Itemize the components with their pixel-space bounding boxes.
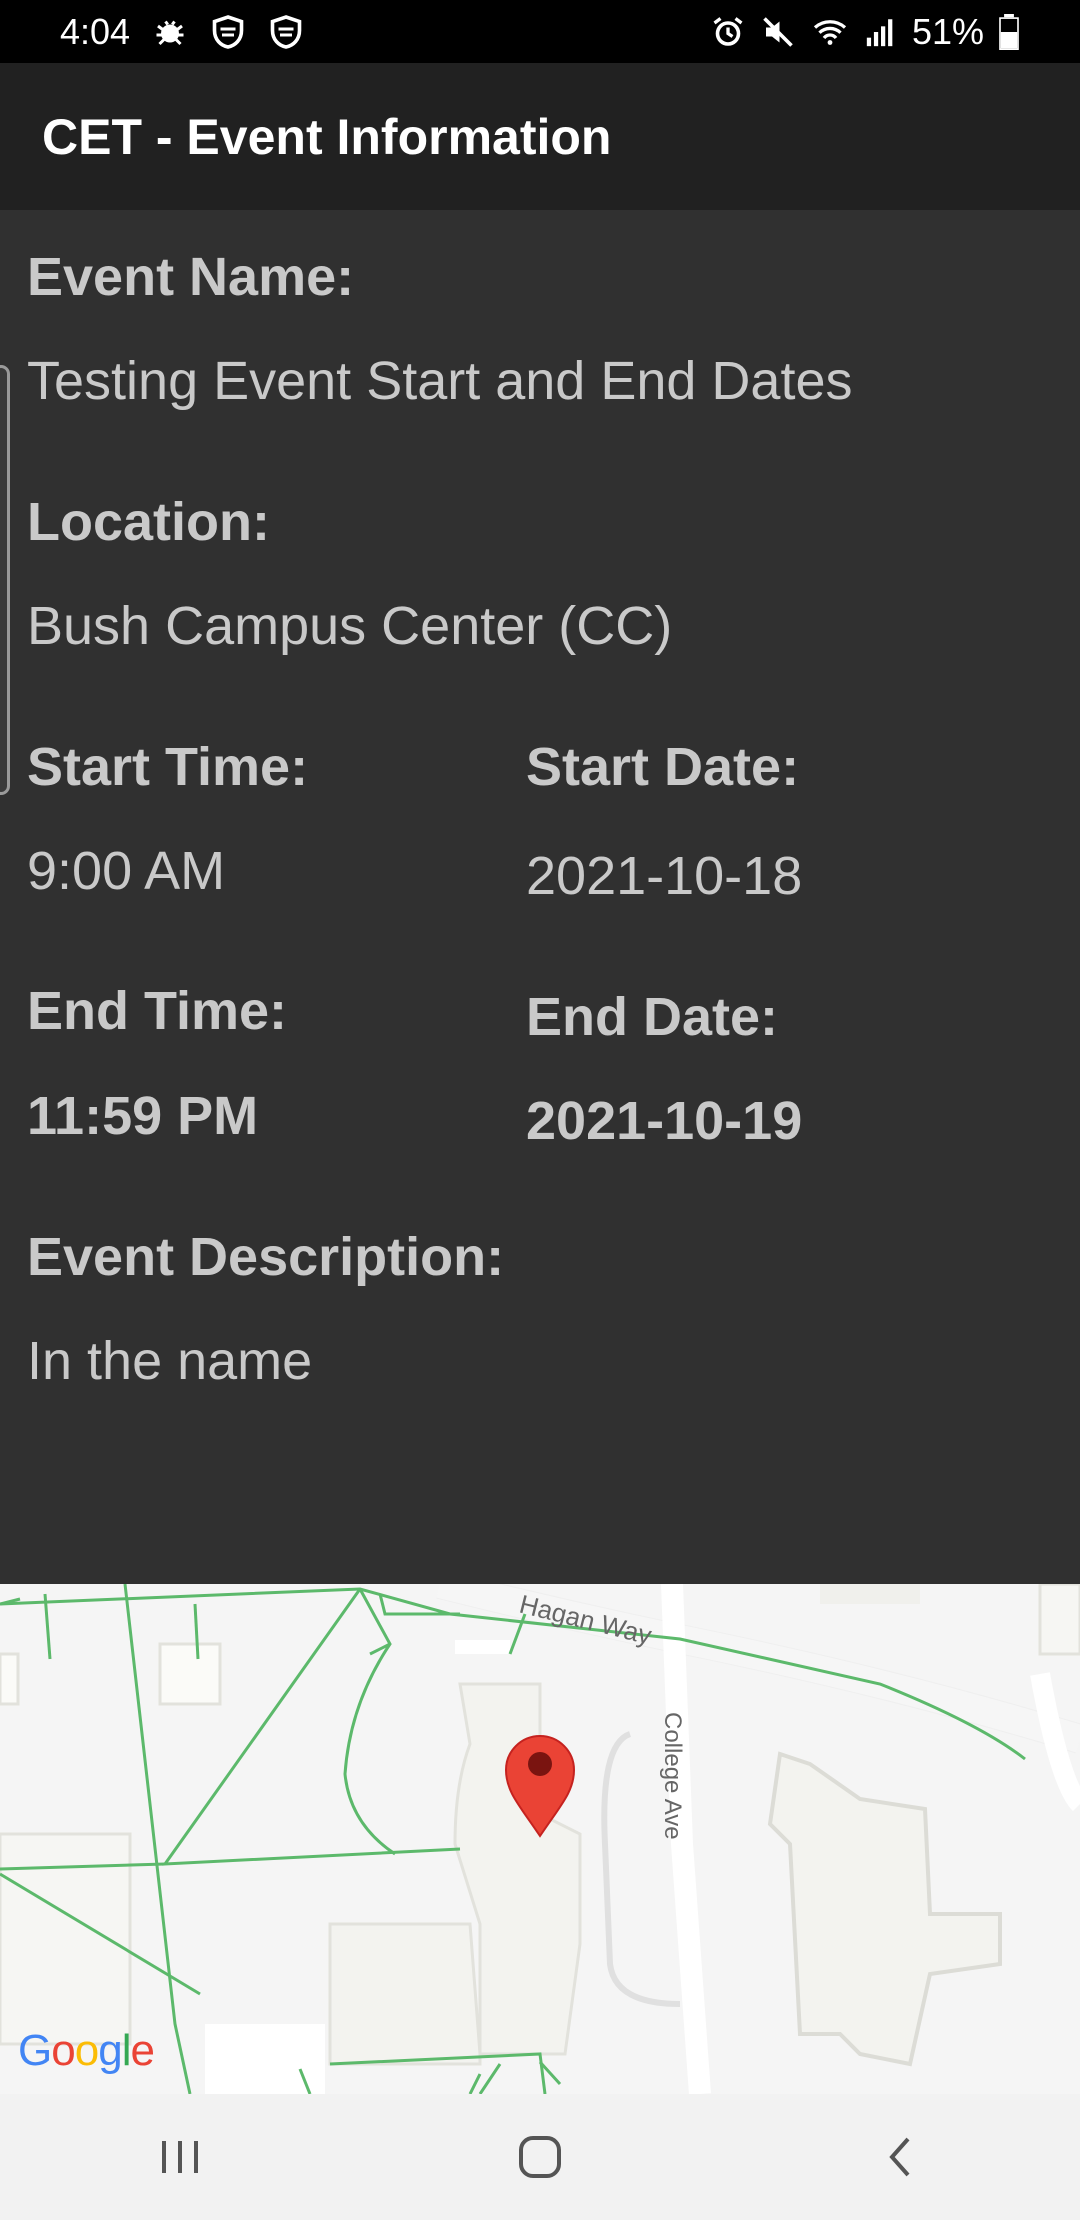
start-time-value: 9:00 AM bbox=[27, 841, 226, 901]
event-name-label: Event Name: bbox=[27, 247, 355, 307]
alarm-icon bbox=[713, 16, 743, 46]
street-label-hagan-way: Hagan Way bbox=[517, 1589, 655, 1651]
home-button[interactable] bbox=[480, 2112, 600, 2202]
start-date-value: 2021-10-18 bbox=[526, 846, 803, 906]
start-time-label: Start Time: bbox=[27, 737, 309, 797]
mute-icon bbox=[763, 16, 793, 47]
end-date-value: 2021-10-19 bbox=[526, 1091, 803, 1151]
google-logo: Google bbox=[18, 2026, 155, 2075]
battery-icon bbox=[999, 13, 1019, 50]
home-icon bbox=[519, 2136, 561, 2178]
street-label-college-ave: College Ave bbox=[659, 1712, 686, 1840]
recent-apps-button[interactable] bbox=[120, 2112, 240, 2202]
status-time: 4:04 bbox=[60, 10, 131, 52]
location-map[interactable]: Hagan Way College Ave Google bbox=[0, 1584, 1080, 2094]
shield-icon-2 bbox=[270, 14, 302, 49]
back-icon bbox=[889, 2137, 910, 2177]
app-bar: CET - Event Information bbox=[0, 63, 1080, 210]
map-tiles: Hagan Way College Ave bbox=[0, 1584, 1080, 2094]
end-time-label: End Time: bbox=[27, 981, 288, 1041]
signal-icon bbox=[866, 18, 893, 46]
location-label: Location: bbox=[27, 492, 270, 552]
page-title: CET - Event Information bbox=[42, 108, 612, 165]
recent-apps-icon bbox=[162, 2141, 198, 2173]
status-bar: 4:04 51% bbox=[0, 0, 1080, 63]
end-time-value: 11:59 PM bbox=[27, 1086, 259, 1146]
scroll-indicator[interactable] bbox=[0, 365, 10, 795]
event-details: Event Name: Testing Event Start and End … bbox=[0, 210, 1080, 1584]
back-button[interactable] bbox=[840, 2112, 960, 2202]
end-date-label: End Date: bbox=[526, 987, 779, 1047]
start-date-label: Start Date: bbox=[526, 737, 800, 797]
shield-icon bbox=[212, 14, 244, 49]
bug-icon bbox=[156, 20, 184, 45]
battery-percent: 51% bbox=[911, 10, 984, 52]
event-name-value: Testing Event Start and End Dates bbox=[27, 351, 853, 411]
event-description-value: In the name bbox=[27, 1331, 313, 1391]
event-description-label: Event Description: bbox=[27, 1227, 505, 1287]
location-value: Bush Campus Center (CC) bbox=[27, 596, 673, 656]
navigation-bar bbox=[0, 2094, 1080, 2220]
wifi-icon bbox=[813, 19, 847, 45]
